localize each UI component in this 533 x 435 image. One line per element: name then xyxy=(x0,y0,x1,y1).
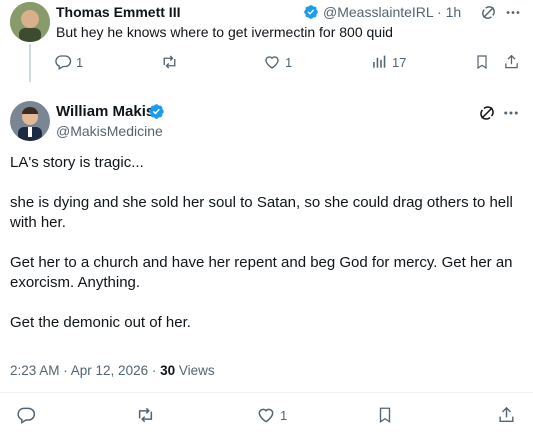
tweet-paragraph: she is dying and she sold her soul to Sa… xyxy=(10,194,513,231)
share-icon xyxy=(497,405,516,425)
more-icon[interactable] xyxy=(504,4,522,21)
handle[interactable]: @MakisMedicine xyxy=(56,123,163,139)
reply-action-views[interactable]: 17 xyxy=(371,53,406,71)
bookmark-icon xyxy=(474,53,490,71)
reply-action-reply[interactable]: 1 xyxy=(54,53,83,71)
like-count: 1 xyxy=(280,407,288,423)
avatar-thomas[interactable] xyxy=(10,2,50,42)
main-action-like[interactable]: 1 xyxy=(256,405,287,425)
verified-badge-icon xyxy=(303,4,319,20)
main-action-share[interactable] xyxy=(497,405,516,430)
author-name[interactable]: Thomas Emmett III xyxy=(56,4,180,20)
repost-icon xyxy=(135,405,156,425)
divider xyxy=(0,392,533,393)
reply-text: But hey he knows where to get ivermectin… xyxy=(56,24,393,40)
tweet-paragraph: Get her to a church and have her repent … xyxy=(10,254,513,291)
handle[interactable]: @MeasslainteIRL xyxy=(323,4,433,20)
bookmark-icon xyxy=(376,405,394,425)
reply-action-share[interactable] xyxy=(503,53,520,76)
thread-line xyxy=(29,44,31,82)
time[interactable]: 1h xyxy=(446,4,462,20)
verified-badge-icon xyxy=(148,103,165,120)
tweet-paragraph: Get the demonic out of her. xyxy=(10,314,191,331)
views-count: 17 xyxy=(392,54,407,70)
reply-icon xyxy=(54,53,72,71)
reply-icon xyxy=(16,405,36,425)
views-count: 30 xyxy=(160,363,176,378)
tweet-paragraph: LA's story is tragic... xyxy=(10,154,144,171)
handle-line: @MeasslainteIRL · 1h xyxy=(323,4,461,20)
reply-count: 1 xyxy=(76,54,84,70)
views-label: Views xyxy=(175,363,215,378)
reply-header: Thomas Emmett III xyxy=(56,4,180,22)
more-icon[interactable] xyxy=(502,104,520,122)
reply-action-repost[interactable] xyxy=(160,53,179,76)
avatar-william[interactable] xyxy=(10,101,50,141)
reply-action-like[interactable]: 1 xyxy=(263,53,292,71)
timestamp-line: 2:23 AM · Apr 12, 2026 · 30 Views xyxy=(10,363,215,378)
grok-icon[interactable] xyxy=(478,104,496,122)
author-name[interactable]: William Makis xyxy=(56,103,154,120)
grok-icon[interactable] xyxy=(480,4,497,21)
main-action-repost[interactable] xyxy=(135,405,156,430)
timestamp[interactable]: 2:23 AM · Apr 12, 2026 · xyxy=(10,363,160,378)
like-count: 1 xyxy=(285,54,293,70)
views-icon xyxy=(371,53,388,71)
like-icon xyxy=(256,405,276,425)
separator-dot: · xyxy=(437,4,442,20)
tweet-body: LA's story is tragic... she is dying and… xyxy=(10,153,518,333)
main-action-bookmark[interactable] xyxy=(376,405,394,430)
share-icon xyxy=(503,53,520,71)
main-action-reply[interactable] xyxy=(16,405,36,430)
repost-icon xyxy=(160,53,179,71)
reply-action-bookmark[interactable] xyxy=(474,53,490,76)
like-icon xyxy=(263,53,281,71)
